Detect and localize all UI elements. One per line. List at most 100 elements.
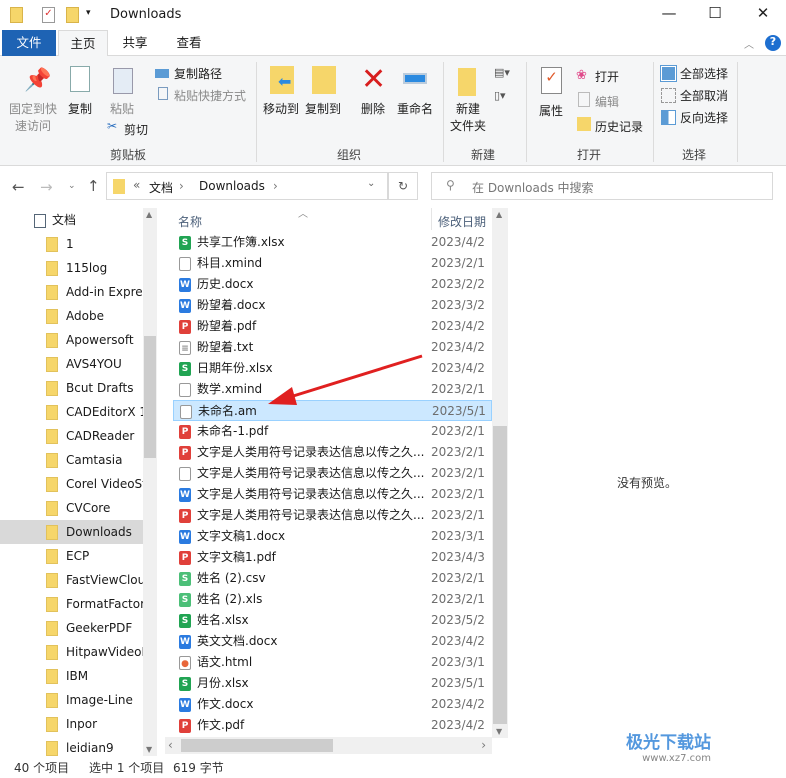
file-row[interactable]: 文字是人类用符号记录表达信息以传之久... 2023/2/1 [173, 463, 492, 484]
sidebar-item-folder[interactable]: Bcut Drafts [0, 376, 143, 400]
collapse-ribbon-icon[interactable]: ︿ [744, 36, 754, 51]
file-row[interactable]: P 盼望着.pdf 2023/4/2 [173, 316, 492, 337]
back-button[interactable]: ← [12, 178, 25, 196]
copy-button[interactable]: 复制 [68, 100, 92, 117]
breadcrumb-downloads[interactable]: Downloads [199, 179, 265, 193]
sidebar-item-folder[interactable]: leidian9 [0, 736, 143, 756]
sidebar-scrollbar[interactable]: ▲ ▼ [143, 208, 157, 756]
file-row[interactable]: W 英文文档.docx 2023/4/2 [173, 631, 492, 652]
sidebar-item-folder[interactable]: HitpawVideoEditor [0, 640, 143, 664]
search-input[interactable]: ⚲ 在 Downloads 中搜索 [431, 172, 773, 200]
copy-to-button[interactable]: 复制到 [305, 100, 341, 117]
sidebar-item-folder[interactable]: IBM [0, 664, 143, 688]
paste-shortcut-button[interactable]: 粘贴快捷方式 [174, 87, 246, 104]
file-row[interactable]: P 作文.pdf 2023/4/2 [173, 715, 492, 736]
maximize-button[interactable]: ☐ [692, 4, 738, 26]
sidebar-item-folder[interactable]: 115log [0, 256, 143, 280]
file-row[interactable]: W 作文.docx 2023/4/2 [173, 694, 492, 715]
sidebar-item-folder[interactable]: 1 [0, 232, 143, 256]
sidebar-item-folder[interactable]: CADReader [0, 424, 143, 448]
tab-share[interactable]: 共享 [110, 30, 160, 56]
file-row[interactable]: P 文字文稿1.pdf 2023/4/3 [173, 547, 492, 568]
forward-button[interactable]: → [40, 178, 53, 196]
list-horizontal-scrollbar[interactable]: ‹ › [165, 737, 492, 754]
file-row[interactable]: ≡ 盼望着.txt 2023/4/2 [173, 337, 492, 358]
file-row[interactable]: W 文字是人类用符号记录表达信息以传之久... 2023/2/1 [173, 484, 492, 505]
tab-home[interactable]: 主页 [58, 30, 108, 57]
sidebar-item-folder[interactable]: Apowersoft [0, 328, 143, 352]
list-scrollbar-thumb[interactable] [493, 426, 507, 724]
tab-view[interactable]: 查看 [164, 30, 214, 56]
breadcrumb-overflow[interactable]: « [133, 178, 140, 192]
breadcrumb-documents[interactable]: 文档 [149, 179, 173, 196]
file-row[interactable]: S 姓名 (2).csv 2023/2/1 [173, 568, 492, 589]
select-all-button[interactable]: 全部选择 [680, 65, 728, 82]
sidebar-item-folder[interactable]: Adobe [0, 304, 143, 328]
sidebar-scrollbar-thumb[interactable] [144, 336, 156, 458]
close-button[interactable]: ✕ [740, 4, 786, 26]
delete-button[interactable]: 删除 [361, 100, 385, 117]
move-to-button[interactable]: 移动到 [263, 100, 299, 117]
select-none-button[interactable]: 全部取消 [680, 87, 728, 104]
up-button[interactable]: ↑ [87, 177, 100, 195]
tab-file[interactable]: 文件 [2, 30, 56, 56]
cut-button[interactable]: 剪切 [124, 121, 148, 138]
properties-button[interactable]: 属性 [539, 102, 563, 119]
sidebar-item-folder[interactable]: FormatFactory [0, 592, 143, 616]
sidebar-item-folder[interactable]: Add-in Express [0, 280, 143, 304]
file-row[interactable]: S 姓名.xlsx 2023/5/2 [173, 610, 492, 631]
address-dropdown-icon[interactable]: ⌄ [367, 178, 375, 189]
file-row[interactable]: P 未命名-1.pdf 2023/2/1 [173, 421, 492, 442]
paste-button[interactable]: 粘贴 [110, 100, 134, 117]
new-folder-button[interactable]: 新建 [456, 100, 480, 117]
address-bar[interactable]: « 文档 › Downloads › ⌄ [106, 172, 388, 200]
file-row[interactable]: 未命名.am 2023/5/1 [173, 400, 492, 421]
file-row[interactable]: S 姓名 (2).xls 2023/2/1 [173, 589, 492, 610]
column-divider[interactable] [431, 208, 432, 230]
rename-button[interactable]: 重命名 [397, 100, 433, 117]
file-row[interactable]: S 共享工作簿.xlsx 2023/4/2 [173, 232, 492, 253]
breadcrumb-separator-icon[interactable]: › [273, 179, 278, 193]
pin-quick-access-button[interactable]: 固定到快 [9, 100, 57, 117]
column-header-date[interactable]: 修改日期 [438, 213, 486, 230]
open-button[interactable]: 打开 [595, 68, 619, 85]
horizontal-scrollbar-thumb[interactable] [181, 739, 333, 752]
invert-selection-button[interactable]: 反向选择 [680, 109, 728, 126]
help-icon[interactable]: ? [765, 35, 781, 51]
column-header-name[interactable]: 名称 [178, 213, 202, 230]
file-row[interactable]: 数学.xmind 2023/2/1 [173, 379, 492, 400]
file-row[interactable]: W 盼望着.docx 2023/3/2 [173, 295, 492, 316]
sidebar-item-folder[interactable]: CVCore [0, 496, 143, 520]
list-vertical-scrollbar[interactable]: ▲ ▼ [492, 208, 508, 738]
sidebar-item-folder[interactable]: Camtasia [0, 448, 143, 472]
sidebar-item-folder[interactable]: ECP [0, 544, 143, 568]
file-row[interactable]: P 文字是人类用符号记录表达信息以传之久... 2023/2/1 [173, 505, 492, 526]
sidebar-item-folder[interactable]: FastViewCloud [0, 568, 143, 592]
file-row[interactable]: ● 语文.html 2023/3/1 [173, 652, 492, 673]
sidebar-item-folder[interactable]: Downloads [0, 520, 143, 544]
refresh-button[interactable]: ↻ [388, 172, 418, 200]
sidebar-item-folder[interactable]: AVS4YOU [0, 352, 143, 376]
file-row[interactable]: S 月份.xlsx 2023/5/1 [173, 673, 492, 694]
minimize-button[interactable]: — [646, 4, 692, 26]
new-folder-quick-icon[interactable] [66, 7, 79, 23]
file-row[interactable]: W 文字文稿1.docx 2023/3/1 [173, 526, 492, 547]
sidebar-item-folder[interactable]: Image-Line [0, 688, 143, 712]
recent-locations-chevron-icon[interactable]: ⌄ [68, 181, 76, 191]
sidebar-item-folder[interactable]: Corel VideoStudio [0, 472, 143, 496]
breadcrumb-separator-icon[interactable]: › [179, 179, 184, 193]
sidebar-item-documents[interactable]: 文档 [0, 208, 143, 232]
history-button[interactable]: 历史记录 [595, 118, 643, 135]
edit-button[interactable]: 编辑 [595, 93, 619, 110]
file-row[interactable]: S 日期年份.xlsx 2023/4/2 [173, 358, 492, 379]
new-item-icon[interactable]: ▤▾ [494, 66, 510, 79]
easy-access-icon[interactable]: ▯▾ [494, 89, 506, 102]
customize-toolbar-chevron-icon[interactable]: ▾ [86, 8, 91, 18]
sidebar-item-folder[interactable]: Inpor [0, 712, 143, 736]
file-row[interactable]: 科目.xmind 2023/2/1 [173, 253, 492, 274]
copy-path-button[interactable]: 复制路径 [174, 65, 222, 82]
file-row[interactable]: P 文字是人类用符号记录表达信息以传之久... 2023/2/1 [173, 442, 492, 463]
properties-quick-icon[interactable]: ✓ [42, 7, 55, 23]
sidebar-item-folder[interactable]: CADEditorX 1 [0, 400, 143, 424]
sidebar-item-folder[interactable]: GeekerPDF [0, 616, 143, 640]
